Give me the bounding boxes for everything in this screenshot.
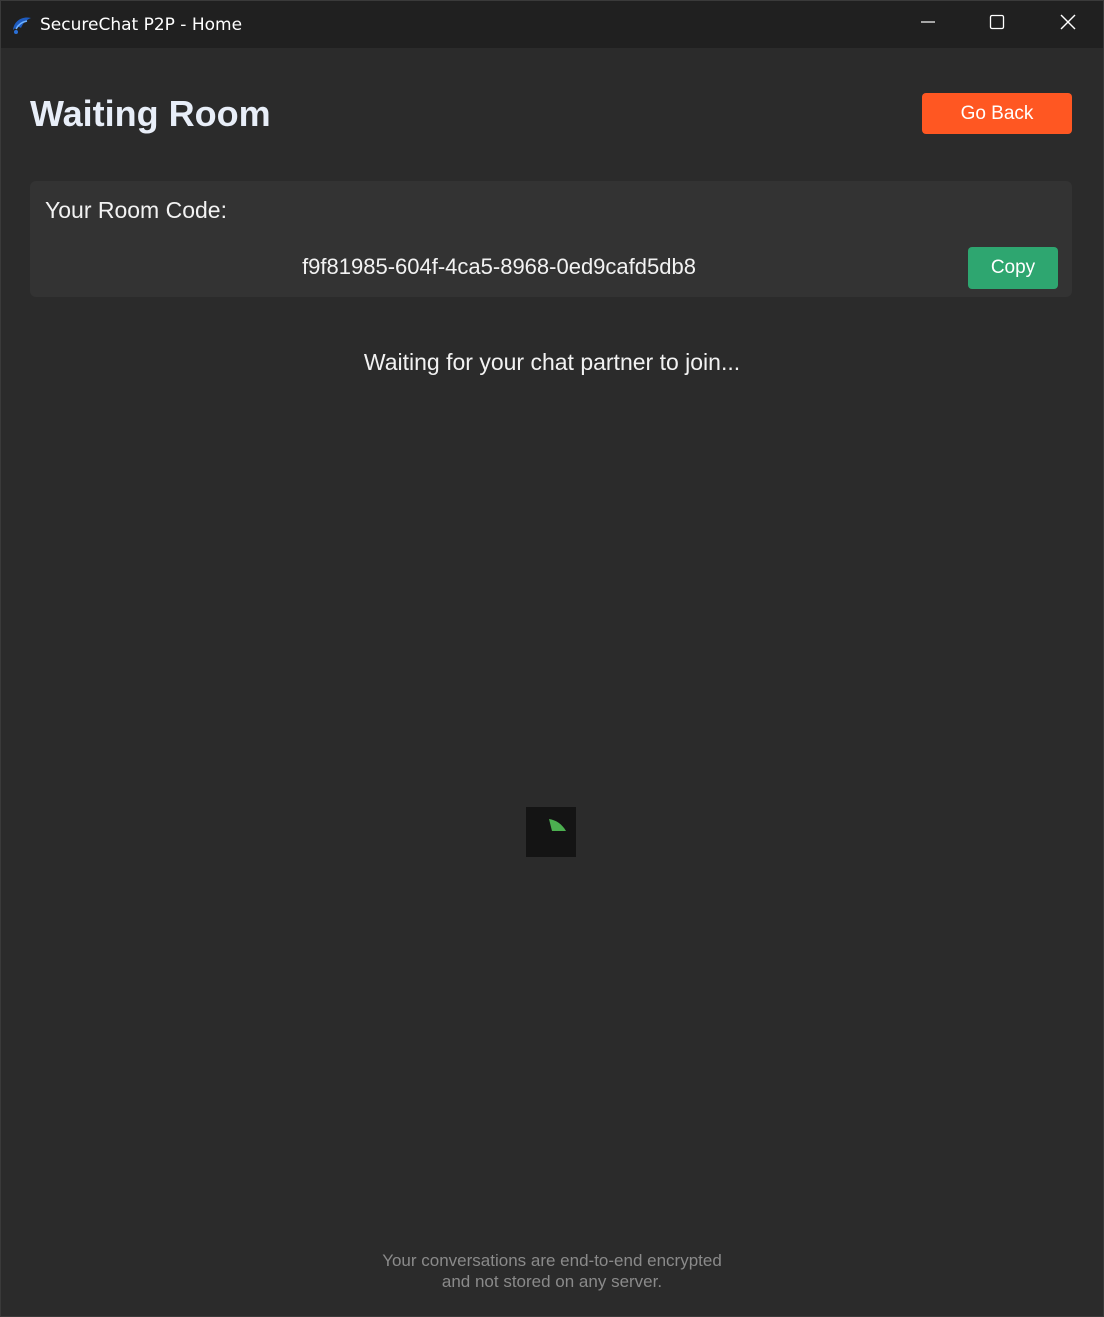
app-logo-icon (10, 13, 34, 37)
minimize-button[interactable] (893, 1, 963, 48)
minimize-icon (920, 14, 936, 35)
go-back-button[interactable]: Go Back (922, 93, 1072, 134)
maximize-button[interactable] (962, 1, 1032, 48)
encryption-notice-line-2: and not stored on any server. (441, 1272, 663, 1291)
page-title: Waiting Room (30, 93, 271, 134)
room-code-card: Your Room Code: f9f81985-604f-4ca5-8968-… (30, 181, 1072, 297)
maximize-icon (989, 14, 1005, 35)
encryption-notice: Your conversations are end-to-end encryp… (1, 1250, 1103, 1292)
main-content: Waiting Room Go Back Your Room Code: f9f… (1, 48, 1103, 1316)
close-icon (1059, 13, 1077, 36)
encryption-notice-line-1: Your conversations are end-to-end encryp… (382, 1251, 722, 1270)
loading-spinner-icon (526, 819, 576, 861)
loading-spinner (526, 807, 576, 857)
title-bar[interactable]: SecureChat P2P - Home (1, 1, 1103, 48)
close-button[interactable] (1033, 1, 1103, 48)
room-code-label: Your Room Code: (45, 197, 227, 223)
copy-button[interactable]: Copy (968, 247, 1058, 289)
waiting-status-text: Waiting for your chat partner to join... (363, 349, 741, 375)
app-window: SecureChat P2P - Home Waiting Room Go Ba… (0, 0, 1104, 1317)
room-code-value[interactable]: f9f81985-604f-4ca5-8968-0ed9cafd5db8 (30, 253, 968, 281)
window-title: SecureChat P2P - Home (40, 15, 243, 35)
